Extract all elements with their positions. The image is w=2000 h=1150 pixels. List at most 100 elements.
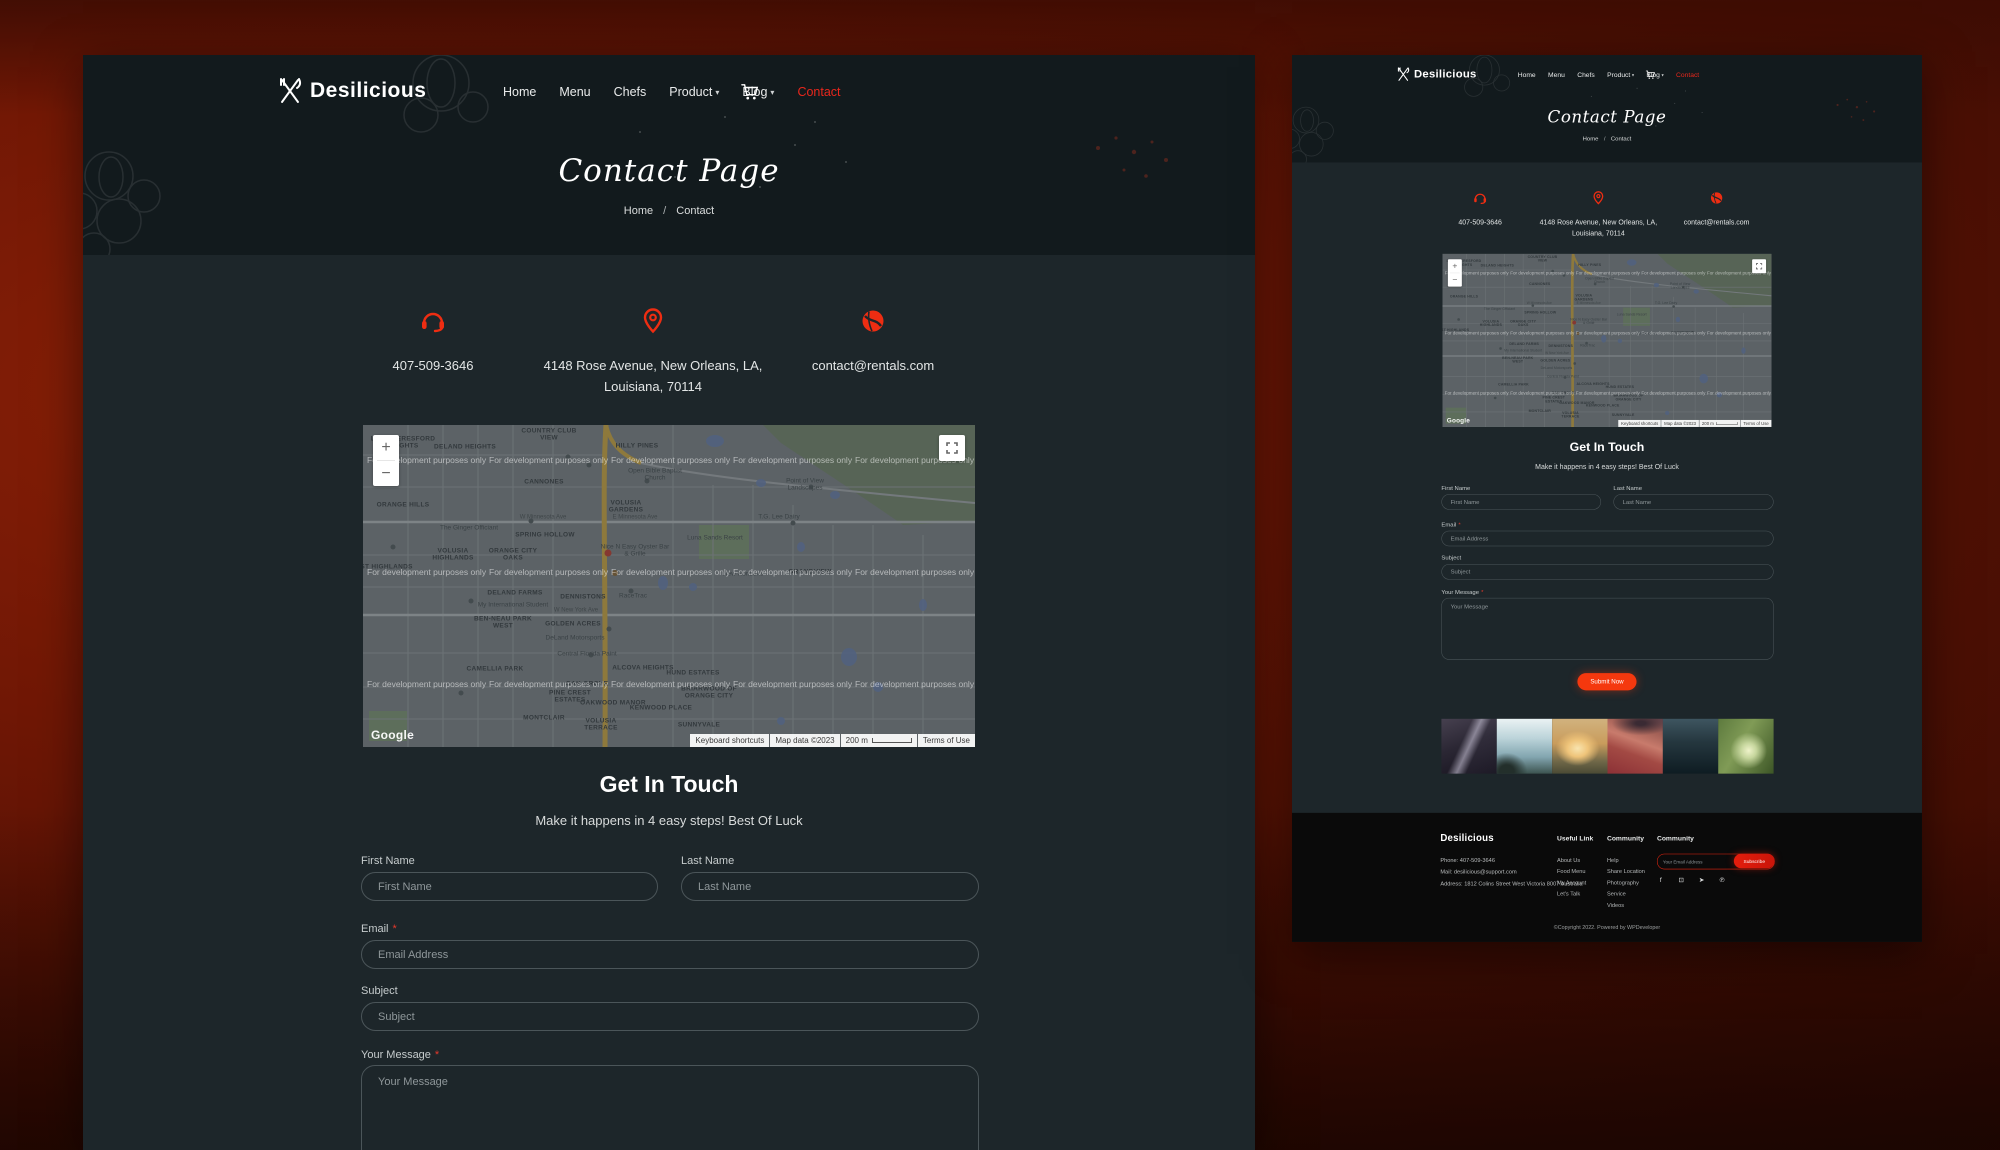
brand-logo[interactable]: Desilicious [278,77,426,105]
breadcrumb-home-link[interactable]: Home [1583,136,1599,142]
nav-item-chefs[interactable]: Chefs [1577,71,1595,79]
newsletter-email-input[interactable] [1658,854,1744,869]
google-map[interactable]: LAKE BERESFORD HEIGHTSDELAND HEIGHTSCOUN… [363,425,975,747]
nav-item-chefs[interactable]: Chefs [614,85,647,99]
gallery-image-mountain-peak-night[interactable] [1441,719,1496,774]
chevron-down-icon: ▾ [770,88,774,97]
map-attribution-item[interactable]: Terms of Use [918,734,975,747]
cart-icon [741,83,759,101]
fullpage-screenshot-frame: Desilicious HomeMenuChefsProduct▾Blog▾Co… [1292,55,1922,942]
map-watermark: For development purposes only [1576,270,1640,275]
gallery-image-foggy-cliff-hiker[interactable] [1497,719,1552,774]
map-attribution-item[interactable]: Map data ©2023 [1661,420,1698,427]
map-watermark: For development purposes only [1641,330,1705,335]
gallery-image-sunlit-forest-path[interactable] [1718,719,1773,774]
contact-info-row: 407-509-3646 4148 Rose Avenue, New Orlea… [323,307,983,398]
message-label: Your Message* [1441,589,1483,595]
fullscreen-button[interactable] [1752,259,1766,273]
hero-section: Desilicious HomeMenuChefsProduct▾Blog▾Co… [1292,55,1922,163]
map-pin-icon [639,307,667,340]
subscribe-button[interactable]: Subscribe [1734,854,1775,869]
footer-link[interactable]: Food Menu [1557,868,1586,874]
address-text: 4148 Rose Avenue, New Orleans, LA, Louis… [1539,217,1657,239]
footer-link[interactable]: Videos [1607,902,1645,908]
main-nav: HomeMenuChefsProduct▾Blog▾Contact [1518,71,1699,79]
footer-link[interactable]: Service [1607,891,1645,897]
gallery-image-golden-sunset-hills[interactable] [1552,719,1607,774]
brand-logo[interactable]: Desilicious [1397,67,1477,82]
phone-number[interactable]: 407-509-3646 [323,356,543,377]
email-address[interactable]: contact@rentals.com [763,356,983,377]
map-attribution-item[interactable]: Keyboard shortcuts [1618,420,1660,427]
phone-card: 407-509-3646 [1421,190,1539,239]
first-name-input[interactable] [1441,494,1601,510]
message-textarea[interactable] [1441,598,1773,660]
cart-button[interactable] [1646,70,1656,82]
google-map[interactable]: LAKE BERESFORD HEIGHTSDELAND HEIGHTSCOUN… [1443,254,1772,427]
fullscreen-button[interactable] [939,435,965,461]
fork-knife-icon [1397,67,1410,82]
subject-input[interactable] [1441,564,1773,580]
map-attribution-item[interactable]: Map data ©2023 [770,734,839,747]
map-attribution: Keyboard shortcutsMap data ©2023200 mTer… [1618,420,1771,427]
nav-item-home[interactable]: Home [503,85,536,99]
hero-section: Desilicious HomeMenuChefsProduct▾Blog▾Co… [83,55,1255,255]
footer-link[interactable]: Share Location [1607,868,1645,874]
footer-column-title-newsletter: Community [1657,834,1694,842]
zoom-out-button[interactable]: − [373,461,399,486]
footer-link[interactable]: Photography [1607,880,1645,886]
email-input[interactable] [361,940,979,969]
google-logo[interactable]: Google [1447,417,1470,425]
chevron-down-icon: ▾ [1632,73,1634,78]
nav-item-product[interactable]: Product▾ [669,85,719,99]
nav-item-contact[interactable]: Contact [797,85,840,99]
chevron-down-icon: ▾ [715,88,719,97]
map-attribution-item[interactable]: 200 m [841,734,917,747]
map-watermark: For development purposes only [733,567,852,577]
nav-item-home[interactable]: Home [1518,71,1536,79]
map-attribution-item[interactable]: Terms of Use [1741,420,1772,427]
nav-item-contact[interactable]: Contact [1676,71,1699,79]
message-label: Your Message* [361,1049,439,1061]
map-pin-icon [1591,190,1606,208]
cart-button[interactable] [741,83,759,106]
nav-item-menu[interactable]: Menu [1548,71,1565,79]
phone-card: 407-509-3646 [323,307,543,398]
breadcrumb-home-link[interactable]: Home [624,205,653,217]
instagram-icon[interactable]: ⊡ [1677,876,1685,884]
gallery-image-red-sand-beach[interactable] [1608,719,1663,774]
brand-name: Desilicious [1414,68,1477,81]
footer-link[interactable]: Let's Talk [1557,891,1586,897]
last-name-input[interactable] [681,872,979,901]
footer-link[interactable]: My Account [1557,880,1586,886]
breadcrumb-separator: / [1604,136,1606,142]
google-logo[interactable]: Google [371,728,414,742]
main-nav: HomeMenuChefsProduct▾Blog▾Contact [503,85,841,99]
last-name-input[interactable] [1613,494,1773,510]
nav-item-menu[interactable]: Menu [559,85,590,99]
message-textarea[interactable] [361,1065,979,1150]
facebook-icon[interactable]: f [1657,876,1665,884]
submit-button[interactable]: Submit Now [1577,673,1636,690]
zoom-in-button[interactable]: + [373,435,399,460]
footer-link[interactable]: Help [1607,857,1645,863]
first-name-input[interactable] [361,872,658,901]
twitter-icon[interactable]: ➤ [1698,876,1706,884]
map-attribution-item[interactable]: 200 m [1699,420,1740,427]
nav-item-product[interactable]: Product▾ [1607,71,1634,79]
footer-brand[interactable]: Desilicious [1440,832,1493,843]
zoom-out-button[interactable]: − [1448,273,1462,286]
subject-input[interactable] [361,1002,979,1031]
zoom-in-button[interactable]: + [1448,259,1462,272]
pinterest-icon[interactable]: ℗ [1718,876,1726,884]
email-input[interactable] [1441,531,1773,547]
email-address[interactable]: contact@rentals.com [1658,217,1776,228]
map-watermark: For development purposes only [1510,330,1574,335]
phone-number[interactable]: 407-509-3646 [1421,217,1539,228]
email-card: contact@rentals.com [763,307,983,398]
footer-link[interactable]: About Us [1557,857,1586,863]
map-attribution-item[interactable]: Keyboard shortcuts [690,734,769,747]
map-watermark: For development purposes only [489,567,608,577]
gallery-image-stormy-dark-peaks[interactable] [1663,719,1718,774]
brand-name: Desilicious [310,79,426,103]
